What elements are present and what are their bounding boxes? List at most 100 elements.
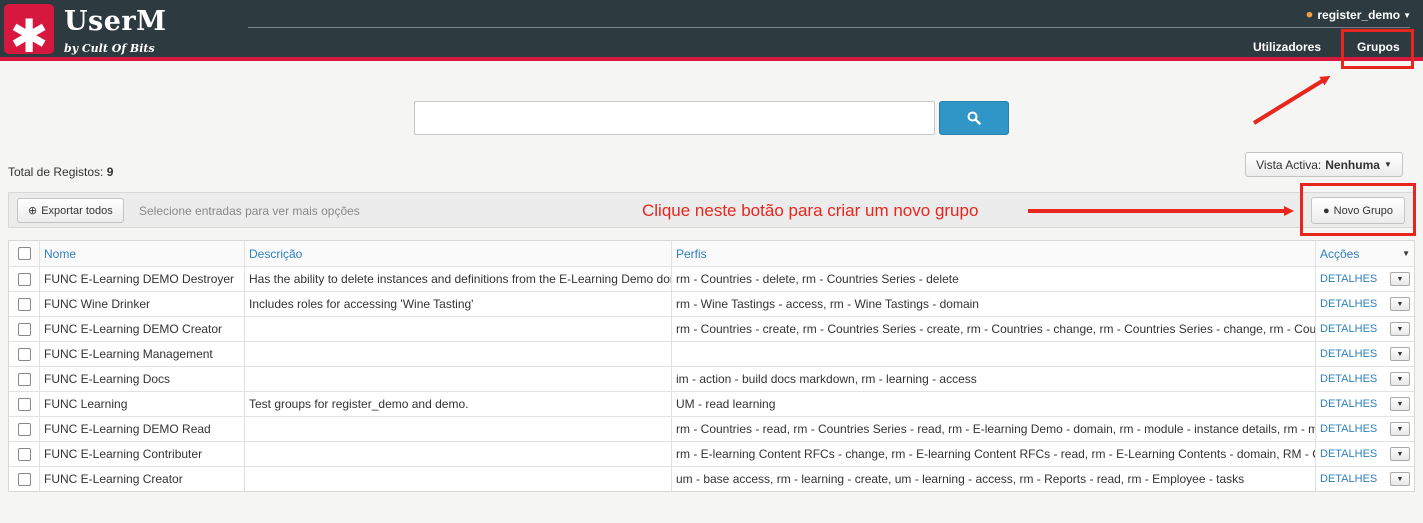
- view-label: Vista Activa:: [1256, 157, 1322, 172]
- cell-description: [244, 442, 671, 466]
- table-row[interactable]: FUNC E-Learning Creator um - base access,…: [9, 466, 1414, 491]
- details-link[interactable]: DETALHES: [1320, 273, 1377, 285]
- chevron-down-icon: ▼: [1396, 425, 1404, 433]
- cell-actions: DETALHES ▼: [1315, 417, 1414, 441]
- cell-description: [244, 367, 671, 391]
- row-checkbox[interactable]: [17, 372, 31, 386]
- cell-profiles: UM - read learning: [671, 392, 1315, 416]
- cell-actions: DETALHES ▼: [1315, 442, 1414, 466]
- cell-name: FUNC E-Learning Management: [39, 342, 244, 366]
- cell-name: FUNC E-Learning Contributer: [39, 442, 244, 466]
- annotation-box-new-group: [1300, 183, 1416, 236]
- column-header-profiles[interactable]: Perfis: [671, 241, 1315, 266]
- total-label: Total de Registos:: [8, 165, 104, 179]
- export-icon: ⊕: [28, 205, 38, 217]
- table-row[interactable]: FUNC E-Learning DEMO Read rm - Countries …: [9, 416, 1414, 441]
- row-select-cell: [9, 342, 39, 366]
- chevron-down-icon[interactable]: ▼: [1402, 249, 1410, 258]
- table-row[interactable]: FUNC E-Learning Docs im - action - build …: [9, 366, 1414, 391]
- total-records: Total de Registos: 9: [8, 165, 113, 179]
- cell-profiles: um - base access, rm - learning - create…: [671, 467, 1315, 491]
- chevron-down-icon: ▼: [1396, 475, 1404, 483]
- annotation-text: Clique neste botão para criar um novo gr…: [642, 201, 979, 220]
- row-checkbox[interactable]: [17, 472, 31, 486]
- row-checkbox[interactable]: [17, 347, 31, 361]
- column-header-actions[interactable]: Acções ▼: [1315, 241, 1414, 266]
- annotation-box-groups: [1341, 29, 1414, 69]
- row-checkbox[interactable]: [17, 422, 31, 436]
- column-header-name[interactable]: Nome: [39, 241, 244, 266]
- cell-description: [244, 417, 671, 441]
- cell-description: [244, 317, 671, 341]
- table-body: FUNC E-Learning DEMO Destroyer Has the ab…: [9, 266, 1414, 491]
- cell-profiles: rm - E-learning Content RFCs - change, r…: [671, 442, 1315, 466]
- details-link[interactable]: DETALHES: [1320, 423, 1377, 435]
- table-row[interactable]: FUNC E-Learning Management DETALHES ▼: [9, 341, 1414, 366]
- chevron-down-icon: ▼: [1396, 275, 1404, 283]
- row-select-cell: [9, 317, 39, 341]
- row-actions-dropdown[interactable]: ▼: [1390, 447, 1410, 461]
- export-label: Exportar todos: [41, 204, 113, 217]
- cell-actions: DETALHES ▼: [1315, 342, 1414, 366]
- row-select-cell: [9, 467, 39, 491]
- row-checkbox[interactable]: [17, 447, 31, 461]
- active-view-dropdown[interactable]: Vista Activa: Nenhuma ▼: [1245, 152, 1403, 177]
- details-link[interactable]: DETALHES: [1320, 448, 1377, 460]
- row-actions-dropdown[interactable]: ▼: [1390, 297, 1410, 311]
- cell-name: FUNC Wine Drinker: [39, 292, 244, 316]
- search-button[interactable]: [939, 101, 1009, 135]
- user-menu[interactable]: ⚫ register_demo ▼: [1304, 8, 1411, 22]
- cell-name: FUNC E-Learning DEMO Read: [39, 417, 244, 441]
- row-checkbox[interactable]: [17, 322, 31, 336]
- row-actions-dropdown[interactable]: ▼: [1390, 472, 1410, 486]
- details-link[interactable]: DETALHES: [1320, 373, 1377, 385]
- row-actions-dropdown[interactable]: ▼: [1390, 322, 1410, 336]
- user-name: register_demo: [1317, 8, 1401, 22]
- table-row[interactable]: FUNC E-Learning DEMO Creator rm - Countri…: [9, 316, 1414, 341]
- chevron-down-icon: ▼: [1396, 350, 1404, 358]
- cell-actions: DETALHES ▼: [1315, 392, 1414, 416]
- row-actions-dropdown[interactable]: ▼: [1390, 422, 1410, 436]
- chevron-down-icon: ▼: [1396, 300, 1404, 308]
- cell-actions: DETALHES ▼: [1315, 467, 1414, 491]
- cell-profiles: [671, 342, 1315, 366]
- details-link[interactable]: DETALHES: [1320, 298, 1377, 310]
- chevron-down-icon: ▼: [1396, 375, 1404, 383]
- select-all-checkbox[interactable]: [17, 247, 31, 260]
- cell-description: Has the ability to delete instances and …: [244, 267, 671, 291]
- table-row[interactable]: FUNC Learning Test groups for register_de…: [9, 391, 1414, 416]
- select-all-cell: [9, 241, 39, 266]
- groups-table: Nome Descrição Perfis Acções ▼ FUNC E-Le…: [8, 240, 1415, 492]
- details-link[interactable]: DETALHES: [1320, 473, 1377, 485]
- chevron-down-icon: ▼: [1403, 10, 1411, 20]
- user-icon: ⚫: [1304, 8, 1315, 22]
- details-link[interactable]: DETALHES: [1320, 323, 1377, 335]
- details-link[interactable]: DETALHES: [1320, 398, 1377, 410]
- header-divider: [248, 27, 1410, 28]
- chevron-down-icon: ▼: [1396, 325, 1404, 333]
- selection-hint: Selecione entradas para ver mais opções: [139, 204, 360, 218]
- chevron-down-icon: ▼: [1396, 450, 1404, 458]
- row-select-cell: [9, 417, 39, 441]
- search-icon: [967, 111, 981, 125]
- cell-actions: DETALHES ▼: [1315, 367, 1414, 391]
- search-input[interactable]: [414, 101, 935, 135]
- row-checkbox[interactable]: [17, 297, 31, 311]
- table-row[interactable]: FUNC E-Learning DEMO Destroyer Has the ab…: [9, 266, 1414, 291]
- cell-actions: DETALHES ▼: [1315, 267, 1414, 291]
- details-link[interactable]: DETALHES: [1320, 348, 1377, 360]
- logo[interactable]: ✱: [4, 4, 54, 59]
- row-actions-dropdown[interactable]: ▼: [1390, 372, 1410, 386]
- row-actions-dropdown[interactable]: ▼: [1390, 397, 1410, 411]
- column-header-description[interactable]: Descrição: [244, 241, 671, 266]
- export-all-button[interactable]: ⊕ Exportar todos: [17, 198, 124, 223]
- row-checkbox[interactable]: [17, 272, 31, 286]
- row-select-cell: [9, 392, 39, 416]
- nav-utilizadores[interactable]: Utilizadores: [1253, 40, 1321, 54]
- row-checkbox[interactable]: [17, 397, 31, 411]
- row-actions-dropdown[interactable]: ▼: [1390, 347, 1410, 361]
- table-row[interactable]: FUNC E-Learning Contributer rm - E-learni…: [9, 441, 1414, 466]
- table-row[interactable]: FUNC Wine Drinker Includes roles for acce…: [9, 291, 1414, 316]
- cell-name: FUNC E-Learning DEMO Destroyer: [39, 267, 244, 291]
- row-actions-dropdown[interactable]: ▼: [1390, 272, 1410, 286]
